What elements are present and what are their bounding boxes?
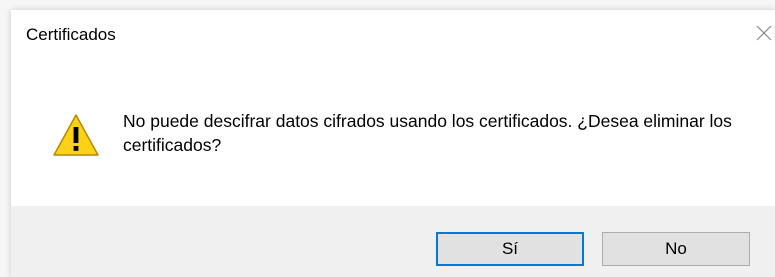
close-icon[interactable] [753,22,775,44]
yes-button[interactable]: Sí [436,232,584,266]
dialog-content: No puede descifrar datos cifrados usando… [11,60,775,206]
close-icon-glyph [756,25,772,41]
warning-icon [52,113,100,157]
no-button[interactable]: No [602,232,750,266]
button-bar: Sí No [11,206,775,277]
title-bar: Certificados [11,10,775,60]
dialog-message: No puede descifrar datos cifrados usando… [123,111,732,155]
screen-background: Certificados No puede descifrar datos ci… [0,0,775,277]
dialog-title: Certificados [26,25,116,44]
message-dialog: Certificados No puede descifrar datos ci… [11,10,775,277]
